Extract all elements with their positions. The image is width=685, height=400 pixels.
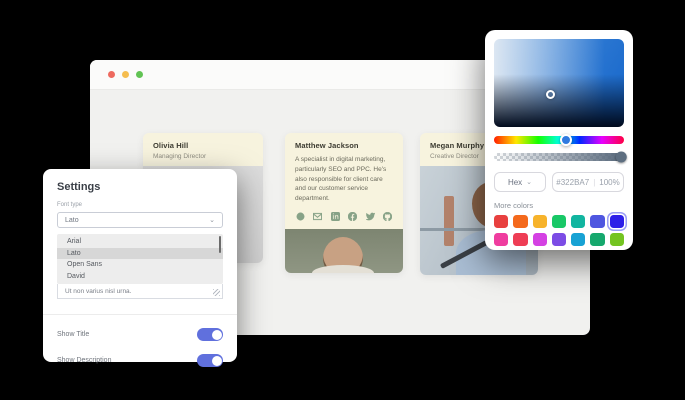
hue-slider[interactable] xyxy=(494,134,624,146)
hex-code: #322BA7 xyxy=(556,177,590,187)
facebook-icon[interactable] xyxy=(348,211,358,221)
maximize-button[interactable] xyxy=(136,71,143,78)
font-option-lato[interactable]: Lato xyxy=(57,247,223,259)
show-description-row: Show Description xyxy=(57,354,223,367)
show-title-label: Show Title xyxy=(57,331,90,338)
more-colors-label: More colors xyxy=(494,201,534,210)
color-swatch[interactable] xyxy=(590,233,605,246)
saturation-area[interactable] xyxy=(494,39,624,127)
close-button[interactable] xyxy=(108,71,115,78)
opacity-value: 100% xyxy=(599,177,620,187)
color-swatch[interactable] xyxy=(513,215,528,228)
color-swatch[interactable] xyxy=(571,233,586,246)
font-option-david[interactable]: David xyxy=(57,271,223,283)
settings-title: Settings xyxy=(57,181,101,193)
member-name: Matthew Jackson xyxy=(295,141,359,150)
minimize-button[interactable] xyxy=(122,71,129,78)
text-input-value: Ut non varius nisl urna. xyxy=(65,287,132,295)
font-select-value: Lato xyxy=(65,216,79,224)
text-input[interactable]: Ut non varius nisl urna. xyxy=(57,284,223,299)
hue-slider-handle[interactable] xyxy=(559,134,572,146)
font-type-label: Font type xyxy=(57,202,83,208)
color-swatch[interactable] xyxy=(590,215,605,228)
font-option-open-sans[interactable]: Open Sans xyxy=(57,259,223,271)
color-swatch[interactable] xyxy=(609,215,624,228)
color-swatch[interactable] xyxy=(571,215,586,228)
color-swatch[interactable] xyxy=(551,215,567,228)
show-description-toggle[interactable] xyxy=(197,354,223,367)
settings-panel: Settings Font type Lato ⌄ Arial Lato Ope… xyxy=(43,169,237,367)
member-name: Olivia Hill xyxy=(153,141,189,150)
color-swatch[interactable] xyxy=(494,215,509,228)
chevron-down-icon: ⌄ xyxy=(209,217,215,224)
card-header: Matthew Jackson A specialist in digital … xyxy=(285,133,403,229)
website-globe-icon[interactable] xyxy=(296,212,305,221)
color-mode-value: Hex xyxy=(507,177,523,187)
linkedin-icon[interactable] xyxy=(330,211,340,221)
github-icon[interactable] xyxy=(382,211,392,221)
profile-photo xyxy=(285,228,403,273)
color-picker-panel: Hex ⌄ #322BA7 | 100% More colors xyxy=(485,30,633,250)
color-swatch[interactable] xyxy=(513,233,528,246)
show-description-label: Show Description xyxy=(57,357,112,364)
email-icon[interactable] xyxy=(313,212,323,221)
opacity-slider-handle[interactable] xyxy=(615,151,627,163)
show-title-row: Show Title xyxy=(57,328,223,341)
card-header: Olivia Hill Managing Director xyxy=(143,133,263,166)
font-type-select[interactable]: Lato ⌄ xyxy=(57,212,223,228)
team-member-card: Matthew Jackson A specialist in digital … xyxy=(285,133,403,273)
member-role: Managing Director xyxy=(153,153,207,160)
color-swatch[interactable] xyxy=(532,233,547,246)
color-swatch[interactable] xyxy=(609,233,624,246)
show-title-toggle[interactable] xyxy=(197,328,223,341)
chevron-down-icon: ⌄ xyxy=(526,179,533,186)
saturation-cursor[interactable] xyxy=(546,90,555,100)
hex-input-row: Hex ⌄ #322BA7 | 100% xyxy=(494,172,624,192)
color-mode-dropdown[interactable]: Hex ⌄ xyxy=(494,172,546,192)
color-swatch[interactable] xyxy=(494,233,509,246)
resize-grip-icon[interactable] xyxy=(213,289,220,296)
scrollbar[interactable] xyxy=(218,236,221,253)
font-option-arial[interactable]: Arial xyxy=(57,236,223,248)
hex-value-input[interactable]: #322BA7 | 100% xyxy=(552,172,624,192)
divider xyxy=(43,314,237,315)
member-description: A specialist in digital marketing, parti… xyxy=(295,156,387,202)
color-swatch[interactable] xyxy=(551,233,567,246)
color-swatch[interactable] xyxy=(532,215,547,228)
font-options-list: Arial Lato Open Sans David xyxy=(57,234,223,284)
swatch-grid xyxy=(494,215,624,246)
social-links-row xyxy=(295,211,393,223)
opacity-slider[interactable] xyxy=(494,151,627,163)
twitter-icon[interactable] xyxy=(365,212,375,221)
